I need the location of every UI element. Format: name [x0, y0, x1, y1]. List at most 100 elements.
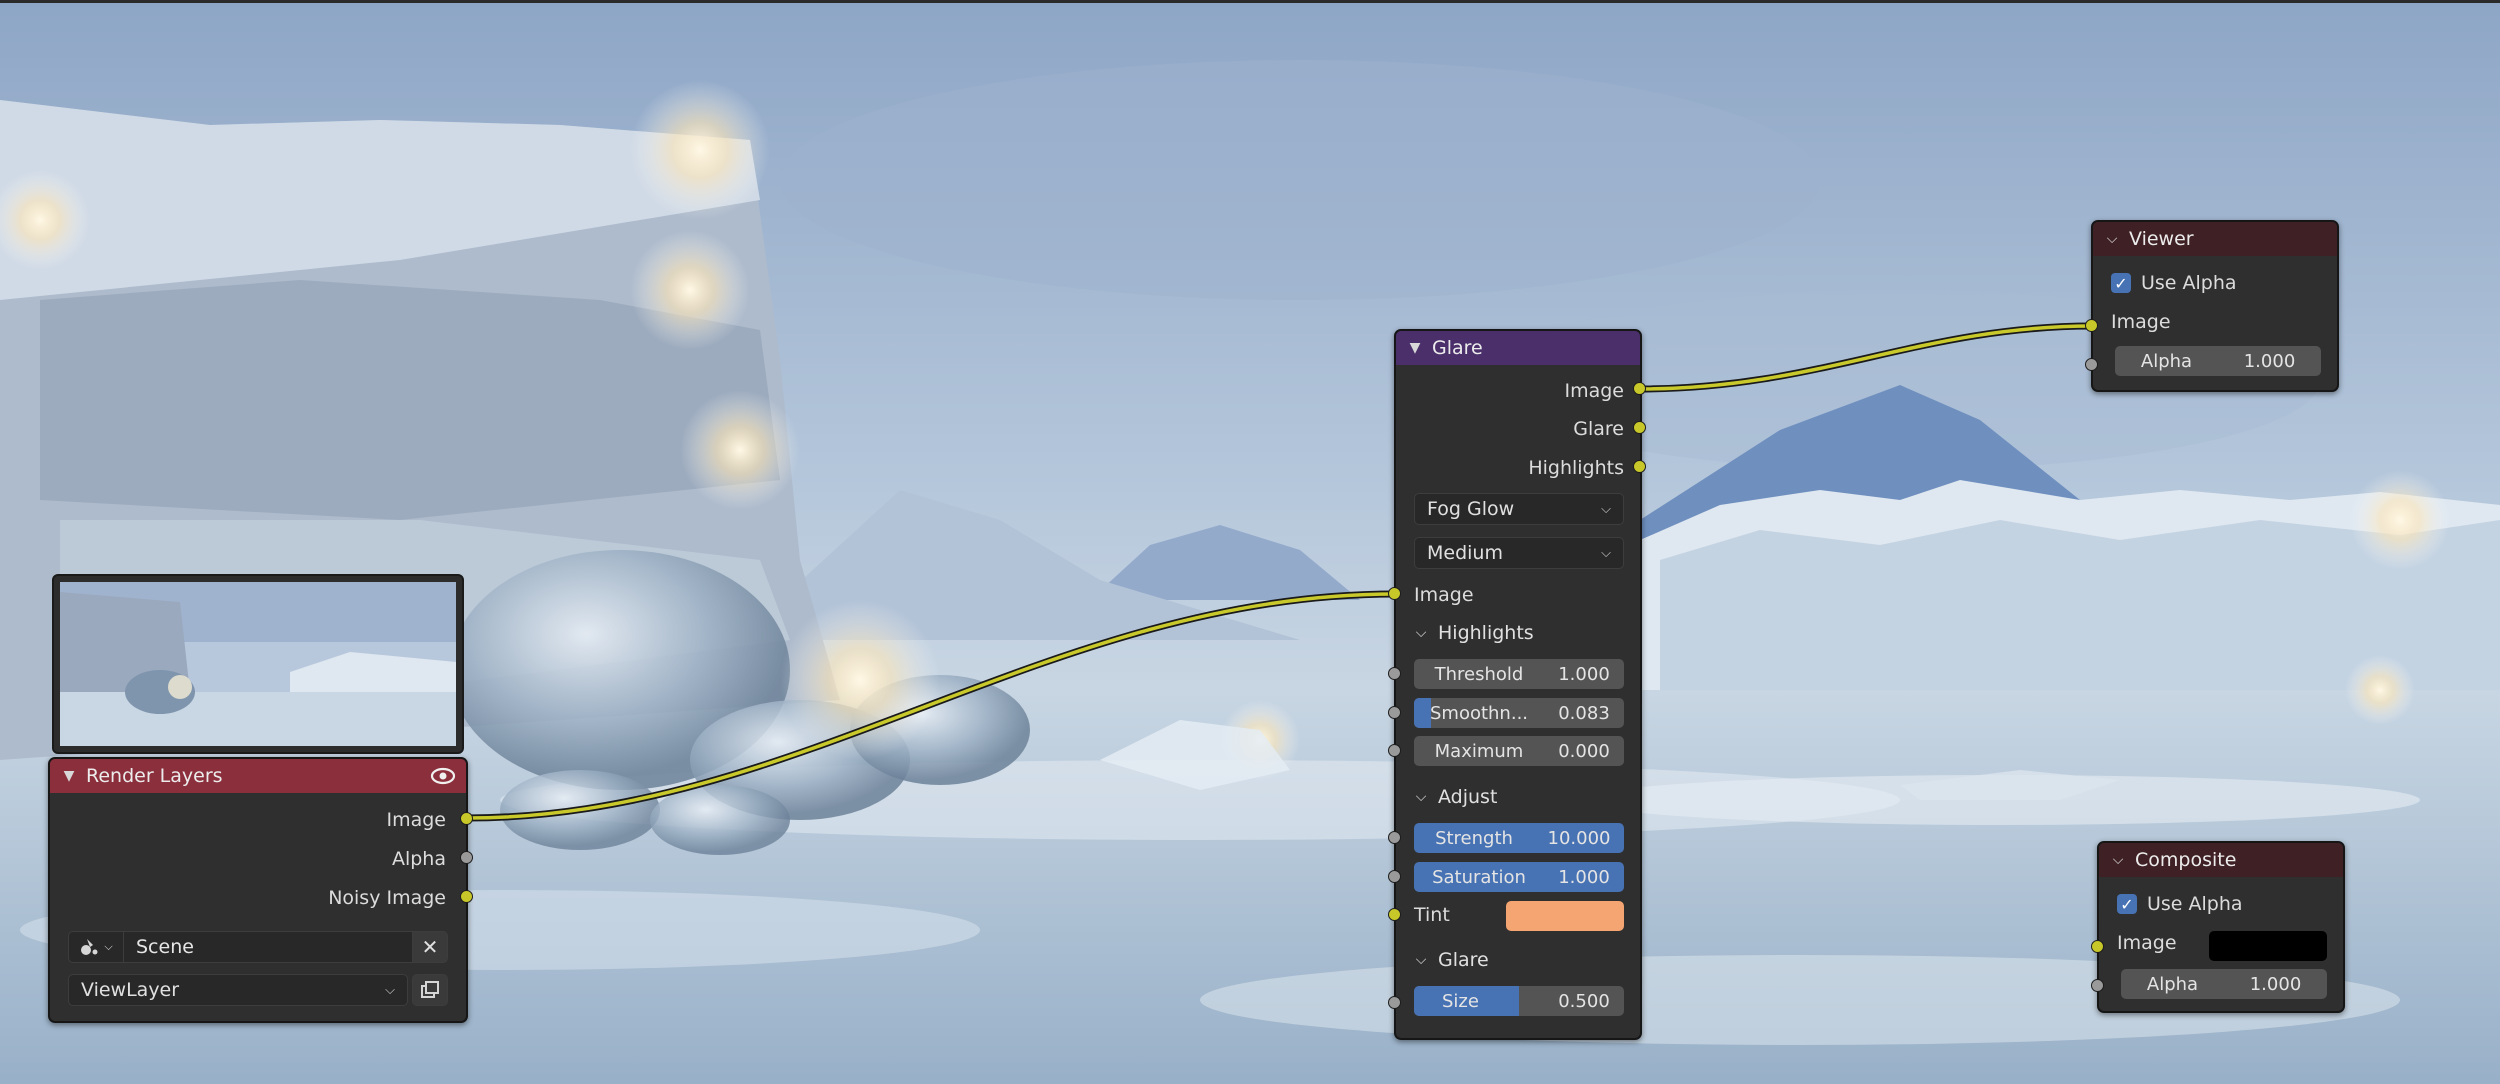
- strength-field[interactable]: Strength 10.000: [1414, 823, 1624, 853]
- saturation-field[interactable]: Saturation 1.000: [1414, 862, 1624, 892]
- output-noisy-image-label: Noisy Image: [328, 887, 446, 909]
- threshold-field[interactable]: Threshold 1.000: [1414, 659, 1624, 689]
- glare-panel-header[interactable]: ⌵ Glare: [1412, 945, 1622, 975]
- viewer-image-socket[interactable]: [2085, 319, 2098, 332]
- composite-node[interactable]: ⌵ Composite ✓ Use Alpha Image Alpha 1.00…: [2097, 841, 2345, 1013]
- glare-type-text: Fog Glow: [1427, 498, 1515, 520]
- viewer-use-alpha-label: Use Alpha: [2141, 272, 2237, 294]
- scene-clear-button[interactable]: ✕: [412, 931, 448, 963]
- glare-node[interactable]: ▼ Glare Image Glare Highlights Fog Glow …: [1394, 329, 1642, 1040]
- glare-input-image-row: Image: [1414, 580, 1624, 610]
- viewer-header[interactable]: ⌵ Viewer: [2093, 222, 2337, 256]
- window-top-border: [0, 0, 2500, 3]
- composite-image-socket[interactable]: [2091, 940, 2104, 953]
- composite-use-alpha-label: Use Alpha: [2147, 893, 2243, 915]
- view-layer-dropdown[interactable]: ViewLayer ⌵: [68, 974, 408, 1006]
- scene-name-field[interactable]: Scene: [124, 931, 412, 963]
- output-image-socket[interactable]: [460, 812, 473, 825]
- output-noisy-image-row: Noisy Image: [50, 883, 450, 913]
- composite-use-alpha-row[interactable]: ✓ Use Alpha: [2117, 889, 2327, 919]
- viewer-image-row: Image: [2111, 307, 2321, 337]
- glare-output-highlights-socket[interactable]: [1633, 460, 1646, 473]
- glare-output-image-socket[interactable]: [1633, 382, 1646, 395]
- scene-selector[interactable]: ⌵ Scene ✕: [68, 931, 448, 963]
- node-title: Glare: [1432, 337, 1483, 359]
- smoothness-value: 0.083: [1558, 702, 1610, 724]
- saturation-label: Saturation: [1432, 866, 1526, 888]
- threshold-socket[interactable]: [1388, 667, 1401, 680]
- node-title: Render Layers: [86, 765, 223, 787]
- node-title: Viewer: [2129, 228, 2194, 250]
- composite-alpha-label: Alpha: [2146, 973, 2199, 995]
- composite-alpha-field[interactable]: Alpha 1.000: [2121, 969, 2327, 999]
- collapse-chevron-icon[interactable]: ⌵: [2103, 231, 2121, 247]
- smoothness-socket[interactable]: [1388, 706, 1401, 719]
- strength-socket[interactable]: [1388, 831, 1401, 844]
- tint-socket[interactable]: [1388, 908, 1401, 921]
- adjust-panel-header[interactable]: ⌵ Adjust: [1412, 782, 1622, 812]
- viewer-alpha-socket[interactable]: [2085, 358, 2098, 371]
- eye-icon[interactable]: [430, 767, 456, 785]
- close-icon: ✕: [421, 935, 439, 959]
- viewer-alpha-value: 1.000: [2243, 350, 2296, 372]
- size-socket[interactable]: [1388, 996, 1401, 1009]
- glare-output-highlights-label: Highlights: [1528, 457, 1624, 479]
- composite-alpha-value: 1.000: [2249, 973, 2302, 995]
- glare-type-dropdown[interactable]: Fog Glow ⌵: [1414, 493, 1624, 525]
- composite-alpha-socket[interactable]: [2091, 979, 2104, 992]
- viewer-node[interactable]: ⌵ Viewer ✓ Use Alpha Image Alpha 1.000: [2091, 220, 2339, 392]
- highlights-title: Highlights: [1438, 622, 1534, 644]
- tint-color-swatch[interactable]: [1506, 901, 1624, 931]
- viewer-use-alpha-row[interactable]: ✓ Use Alpha: [2111, 268, 2321, 298]
- maximum-field[interactable]: Maximum 0.000: [1414, 736, 1624, 766]
- glare-output-glare-row: Glare: [1396, 414, 1624, 444]
- collapse-chevron-icon[interactable]: ▼: [60, 768, 78, 784]
- viewer-use-alpha-checkbox[interactable]: ✓: [2111, 273, 2131, 293]
- chevron-down-icon: ⌵: [385, 982, 395, 998]
- maximum-value: 0.000: [1558, 740, 1610, 762]
- glare-input-image-label: Image: [1414, 584, 1474, 606]
- render-layers-icon: [420, 980, 440, 1000]
- output-image-row: Image: [50, 805, 450, 835]
- glare-quality-dropdown[interactable]: Medium ⌵: [1414, 537, 1624, 569]
- glare-header[interactable]: ▼ Glare: [1396, 331, 1640, 365]
- smoothness-field[interactable]: Smoothn... 0.083: [1414, 698, 1624, 728]
- composite-image-color-swatch[interactable]: [2209, 931, 2327, 961]
- collapse-chevron-icon[interactable]: ▼: [1406, 340, 1424, 356]
- maximum-socket[interactable]: [1388, 744, 1401, 757]
- chevron-down-icon: ⌵: [1601, 545, 1611, 561]
- render-layers-header[interactable]: ▼ Render Layers: [50, 759, 466, 793]
- chevron-down-icon: ⌵: [104, 940, 113, 953]
- saturation-socket[interactable]: [1388, 870, 1401, 883]
- chevron-down-icon: ⌵: [1601, 501, 1611, 517]
- output-alpha-row: Alpha: [50, 844, 450, 874]
- collapse-chevron-icon: ⌵: [1415, 625, 1427, 641]
- output-image-label: Image: [386, 809, 446, 831]
- glare-input-image-socket[interactable]: [1388, 587, 1401, 600]
- glare-output-glare-label: Glare: [1573, 418, 1624, 440]
- saturation-value: 1.000: [1558, 866, 1610, 888]
- glare-output-image-label: Image: [1564, 380, 1624, 402]
- output-alpha-socket[interactable]: [460, 851, 473, 864]
- render-preview: [52, 574, 464, 754]
- strength-label: Strength: [1435, 827, 1513, 849]
- glare-output-highlights-row: Highlights: [1396, 453, 1624, 483]
- glare-output-glare-socket[interactable]: [1633, 421, 1646, 434]
- view-layer-render-button[interactable]: [412, 974, 448, 1006]
- glare-output-image-row: Image: [1396, 376, 1624, 406]
- size-field[interactable]: Size 0.500: [1414, 986, 1624, 1016]
- composite-image-label: Image: [2117, 932, 2177, 954]
- collapse-chevron-icon[interactable]: ⌵: [2109, 852, 2127, 868]
- collapse-chevron-icon: ⌵: [1415, 789, 1427, 805]
- scene-browse-button[interactable]: ⌵: [68, 931, 124, 963]
- composite-header[interactable]: ⌵ Composite: [2099, 843, 2343, 877]
- viewer-alpha-field[interactable]: Alpha 1.000: [2115, 346, 2321, 376]
- render-layers-node[interactable]: ▼ Render Layers Image Alpha Noisy Image …: [48, 757, 468, 1023]
- viewer-alpha-label: Alpha: [2140, 350, 2193, 372]
- glare-quality-text: Medium: [1427, 542, 1503, 564]
- output-noisy-image-socket[interactable]: [460, 890, 473, 903]
- threshold-value: 1.000: [1558, 663, 1610, 685]
- preview-thumbnail: [60, 582, 456, 746]
- highlights-panel-header[interactable]: ⌵ Highlights: [1412, 618, 1622, 648]
- composite-use-alpha-checkbox[interactable]: ✓: [2117, 894, 2137, 914]
